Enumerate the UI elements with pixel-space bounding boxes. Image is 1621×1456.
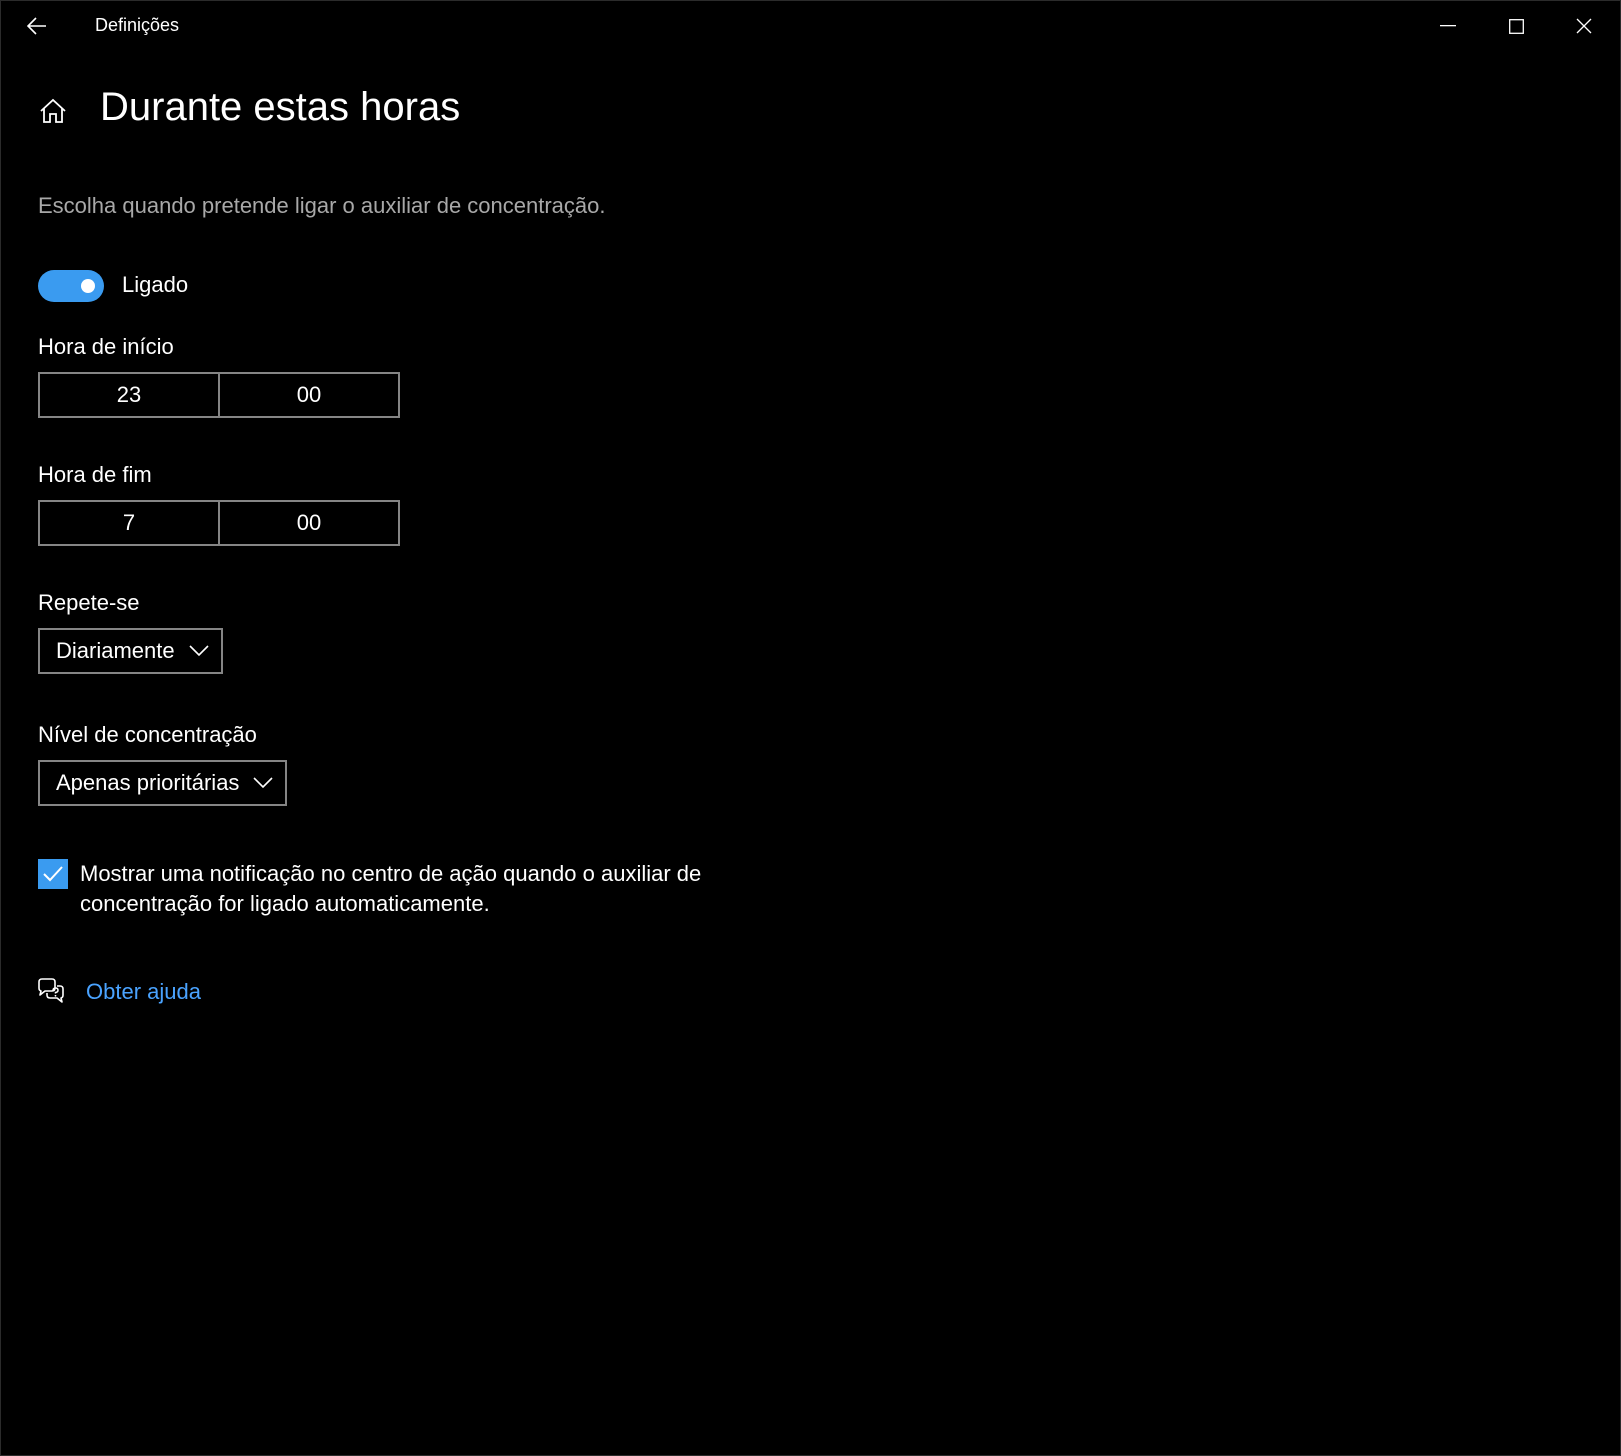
focus-level-selected-value: Apenas prioritárias	[56, 770, 240, 795]
end-time-label: Hora de fim	[38, 462, 152, 487]
repeat-dropdown[interactable]: Diariamente	[38, 628, 223, 674]
start-time-picker[interactable]: 23 00	[38, 372, 400, 418]
chevron-down-icon	[189, 645, 209, 657]
end-hour-field[interactable]: 7	[40, 502, 218, 544]
end-time-picker[interactable]: 7 00	[38, 500, 400, 546]
page-title: Durante estas horas	[100, 85, 461, 129]
toggle-knob	[81, 279, 95, 293]
checkmark-icon	[43, 866, 63, 882]
get-help-link[interactable]: Obter ajuda	[86, 979, 201, 1005]
maximize-icon	[1508, 18, 1524, 34]
notification-checkbox[interactable]	[38, 859, 68, 889]
back-arrow-icon	[27, 17, 46, 35]
page-description: Escolha quando pretende ligar o auxiliar…	[38, 193, 606, 218]
chevron-down-icon	[253, 777, 274, 789]
schedule-toggle[interactable]	[38, 270, 104, 302]
focus-level-label: Nível de concentração	[38, 722, 257, 747]
settings-window: Definições Durante estas horas Escolha q…	[0, 0, 1621, 1456]
minimize-button[interactable]	[1414, 1, 1482, 51]
end-minute-field[interactable]: 00	[218, 502, 398, 544]
start-hour-field[interactable]: 23	[40, 374, 218, 416]
app-title: Definições	[95, 15, 180, 35]
repeat-selected-value: Diariamente	[56, 638, 175, 663]
home-button[interactable]	[38, 96, 68, 126]
close-button[interactable]	[1550, 1, 1618, 51]
notification-checkbox-label: Mostrar uma notificação no centro de açã…	[80, 861, 702, 916]
close-icon	[1576, 18, 1592, 34]
maximize-button[interactable]	[1482, 1, 1550, 51]
home-icon	[40, 98, 66, 123]
repeat-label: Repete-se	[38, 590, 140, 615]
title-bar: Definições	[1, 1, 1620, 53]
minimize-icon	[1440, 25, 1456, 27]
start-minute-field[interactable]: 00	[218, 374, 398, 416]
focus-level-dropdown[interactable]: Apenas prioritárias	[38, 760, 288, 806]
help-chat-icon	[38, 978, 64, 1003]
back-button[interactable]	[17, 9, 57, 43]
toggle-state-label: Ligado	[122, 272, 189, 297]
start-time-label: Hora de início	[38, 334, 174, 359]
